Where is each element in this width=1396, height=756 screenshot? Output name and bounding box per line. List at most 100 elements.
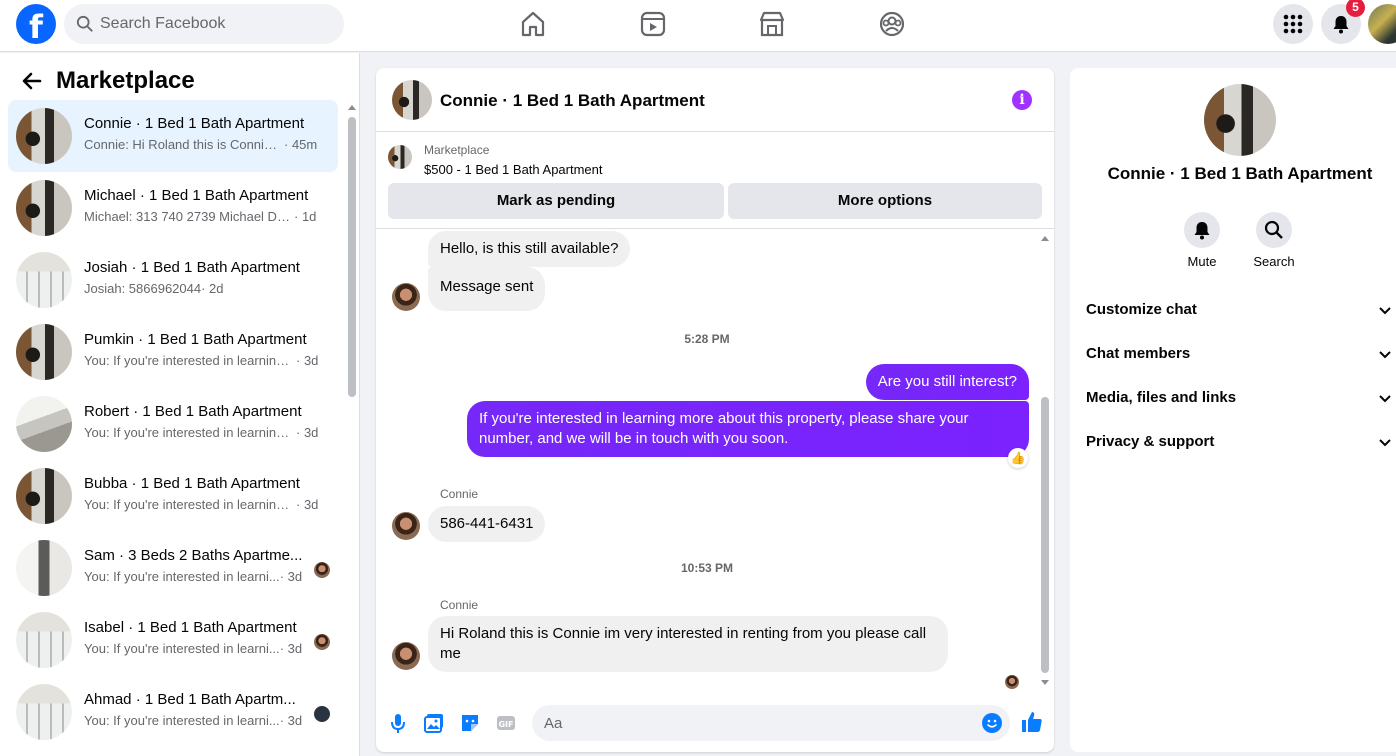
microphone-icon[interactable] xyxy=(387,712,409,734)
section-label: Chat members xyxy=(1086,345,1191,362)
seen-avatar xyxy=(314,634,330,650)
conversation-item[interactable]: Isabel · 1 Bed 1 Bath Apartment You: If … xyxy=(8,604,338,676)
chat-scrollbar[interactable] xyxy=(1041,397,1049,673)
conversation-item[interactable]: Robert · 1 Bed 1 Bath Apartment You: If … xyxy=(8,388,338,460)
message-input[interactable] xyxy=(544,705,964,741)
incoming-message[interactable]: Message sent xyxy=(428,267,546,311)
chevron-down-icon xyxy=(1379,395,1391,403)
home-icon[interactable] xyxy=(518,9,548,39)
scroll-up-arrow[interactable] xyxy=(1041,236,1049,241)
outgoing-message[interactable]: If you're interested in learning more ab… xyxy=(467,401,1029,457)
mark-as-pending-button[interactable]: Mark as pending xyxy=(388,183,724,219)
search-bar[interactable] xyxy=(64,4,344,44)
video-icon[interactable] xyxy=(638,9,668,39)
incoming-message[interactable]: 586-441-6431 xyxy=(428,506,546,542)
message-thread: Hello, is this still available? Message … xyxy=(376,229,1054,694)
message-input-box[interactable] xyxy=(532,705,1010,741)
conversation-preview: Michael: 313 740 2739 Michael Dra... · 1d xyxy=(84,209,317,224)
conversation-preview: You: If you're interested in learning ..… xyxy=(84,425,319,440)
scroll-up-arrow[interactable] xyxy=(348,105,356,110)
photo-icon[interactable] xyxy=(423,712,445,734)
listing-source: Marketplace xyxy=(424,143,490,157)
thumbs-up-reaction[interactable]: 👍 xyxy=(1008,448,1028,468)
listing-thumbnail xyxy=(16,180,72,236)
conversation-name: Pumkin · 1 Bed 1 Bath Apartment xyxy=(84,331,307,348)
sidebar-scrollbar[interactable] xyxy=(348,117,356,397)
chat-window: Connie · 1 Bed 1 Bath Apartment i Market… xyxy=(376,68,1054,752)
listing-thumbnail xyxy=(16,612,72,668)
conversation-item[interactable]: Sam · 3 Beds 2 Baths Apartme... You: If … xyxy=(8,532,338,604)
sticker-icon[interactable] xyxy=(459,712,481,734)
listing-thumbnail[interactable] xyxy=(388,145,412,169)
conversation-time: · 3d xyxy=(279,641,303,656)
notification-badge: 5 xyxy=(1346,0,1365,17)
search-in-chat-button[interactable]: Search xyxy=(1244,212,1304,269)
conversation-name: Connie · 1 Bed 1 Bath Apartment xyxy=(84,115,305,132)
more-options-button[interactable]: More options xyxy=(728,183,1042,219)
menu-button[interactable] xyxy=(1273,4,1313,44)
sidebar-title: Marketplace xyxy=(56,67,195,94)
mute-button[interactable]: Mute xyxy=(1172,212,1232,269)
sender-name: Connie xyxy=(440,598,479,612)
chevron-down-icon xyxy=(1379,351,1391,359)
emoji-icon[interactable] xyxy=(982,713,1002,733)
conversation-name: Robert · 1 Bed 1 Bath Apartment xyxy=(84,403,302,420)
chevron-down-icon xyxy=(1379,307,1391,315)
conversation-preview: You: If you're interested in learni... · … xyxy=(84,713,303,728)
sender-avatar[interactable] xyxy=(392,283,420,311)
search-icon xyxy=(76,15,93,32)
details-name: Connie · 1 Bed 1 Bath Apartment xyxy=(1107,164,1373,183)
listing-thumbnail xyxy=(16,540,72,596)
scroll-down-arrow[interactable] xyxy=(1041,680,1049,685)
sender-avatar[interactable] xyxy=(392,512,420,540)
conversation-preview: Josiah: 5866962044 · 2d xyxy=(84,281,224,296)
conversation-item[interactable]: Connie · 1 Bed 1 Bath Apartment Connie: … xyxy=(8,100,338,172)
conversation-item[interactable]: Ahmad · 1 Bed 1 Bath Apartm... You: If y… xyxy=(8,676,338,748)
thumbs-up-icon[interactable] xyxy=(1020,710,1044,734)
outgoing-message[interactable]: Are you still interest? xyxy=(865,364,1029,400)
chat-members-section[interactable]: Chat members xyxy=(1078,334,1396,374)
search-label: Search xyxy=(1253,254,1295,269)
conversation-preview: You: If you're interested in learning ..… xyxy=(84,353,319,368)
facebook-logo[interactable]: f xyxy=(16,4,56,44)
conversation-time: · 3d xyxy=(279,713,303,728)
listing-thumbnail xyxy=(16,684,72,740)
conversation-item[interactable]: Josiah · 1 Bed 1 Bath Apartment Josiah: … xyxy=(8,244,338,316)
incoming-message[interactable]: Hello, is this still available? xyxy=(428,231,631,267)
customize-chat-section[interactable]: Customize chat xyxy=(1078,290,1396,330)
profile-avatar[interactable] xyxy=(1368,4,1396,44)
listing-thumbnail xyxy=(16,396,72,452)
conversation-item[interactable]: Michael · 1 Bed 1 Bath Apartment Michael… xyxy=(8,172,338,244)
listing-avatar[interactable] xyxy=(1204,84,1276,156)
chat-header: Connie · 1 Bed 1 Bath Apartment i xyxy=(376,68,1054,132)
svg-text:GIF: GIF xyxy=(498,720,513,729)
chat-thumbnail[interactable] xyxy=(392,80,432,120)
conversation-item[interactable]: Bubba · 1 Bed 1 Bath Apartment You: If y… xyxy=(8,460,338,532)
conversation-time: · 45m xyxy=(284,137,318,152)
marketplace-icon[interactable] xyxy=(757,9,787,39)
back-arrow-icon[interactable] xyxy=(20,69,44,93)
info-icon[interactable]: i xyxy=(1012,90,1032,110)
bell-icon xyxy=(1333,16,1349,34)
conversation-name: Ahmad · 1 Bed 1 Bath Apartm... xyxy=(84,691,296,708)
grid-icon xyxy=(1283,14,1303,34)
conversation-time: · 3d xyxy=(296,497,319,512)
timestamp: 10:53 PM xyxy=(680,561,734,575)
groups-icon[interactable] xyxy=(877,9,907,39)
search-input[interactable] xyxy=(100,4,330,44)
sidebar-header: Marketplace xyxy=(0,65,359,97)
conversation-item[interactable]: Pumkin · 1 Bed 1 Bath Apartment You: If … xyxy=(8,316,338,388)
chat-title[interactable]: Connie · 1 Bed 1 Bath Apartment xyxy=(440,91,705,111)
privacy-support-section[interactable]: Privacy & support xyxy=(1078,422,1396,462)
gif-icon[interactable]: GIF xyxy=(495,712,517,734)
conversation-name: Sam · 3 Beds 2 Baths Apartme... xyxy=(84,547,303,564)
media-files-links-section[interactable]: Media, files and links xyxy=(1078,378,1396,418)
listing-title[interactable]: $500 - 1 Bed 1 Bath Apartment xyxy=(424,162,603,177)
conversation-name: Josiah · 1 Bed 1 Bath Apartment xyxy=(84,259,300,276)
chevron-down-icon xyxy=(1379,439,1391,447)
sender-avatar[interactable] xyxy=(392,642,420,670)
incoming-message[interactable]: Hi Roland this is Connie im very interes… xyxy=(428,616,948,672)
listing-banner: Marketplace $500 - 1 Bed 1 Bath Apartmen… xyxy=(376,133,1054,229)
conversation-name: Bubba · 1 Bed 1 Bath Apartment xyxy=(84,475,300,492)
top-navigation-bar: f 5 xyxy=(0,0,1396,52)
